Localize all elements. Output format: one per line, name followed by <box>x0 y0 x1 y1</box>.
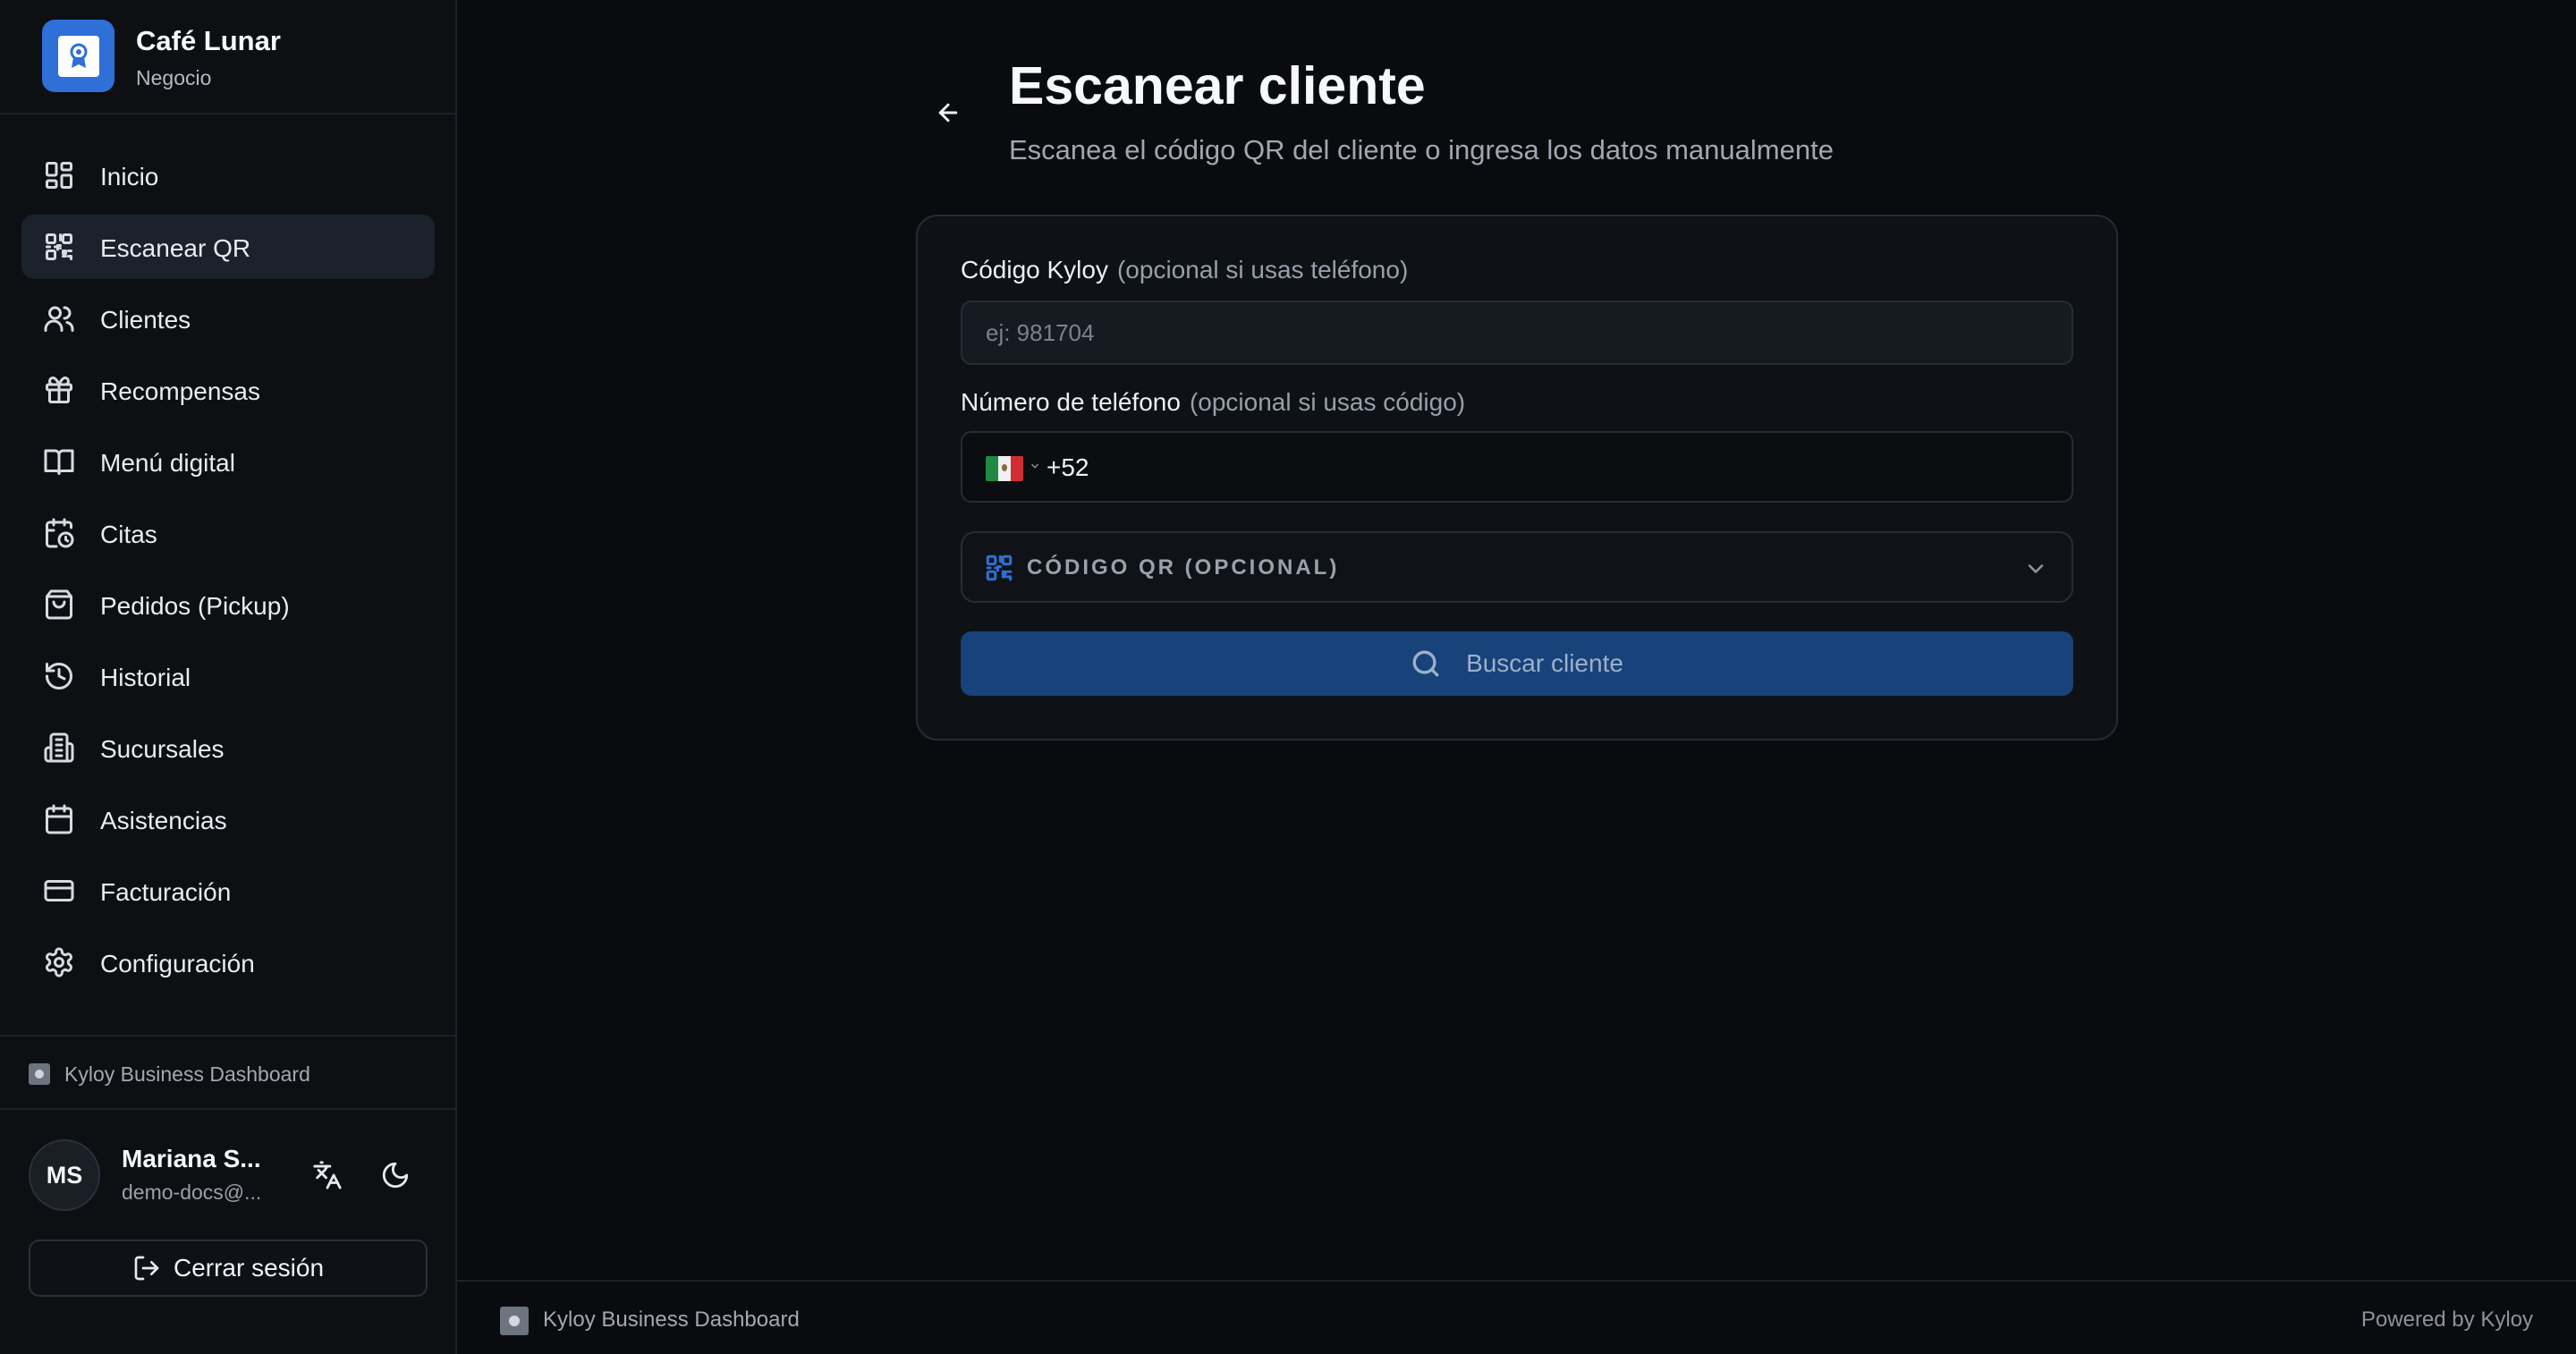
moon-icon <box>382 1162 409 1189</box>
brand-logo <box>42 20 114 92</box>
calendar-clock-icon <box>43 517 75 549</box>
sidebar-item-label: Menú digital <box>100 449 235 477</box>
sidebar-item-recompensas[interactable]: Recompensas <box>21 358 435 422</box>
sidebar-item-escanear-qr[interactable]: Escanear QR <box>21 215 435 279</box>
sidebar-item-menu-digital[interactable]: Menú digital <box>21 429 435 494</box>
sidebar-item-clientes[interactable]: Clientes <box>21 286 435 351</box>
sidebar-nav: Inicio Escanear QR Clientes Recompensas <box>21 143 435 1002</box>
book-icon <box>43 445 75 478</box>
calendar-icon <box>43 803 75 835</box>
history-icon <box>43 660 75 692</box>
kyloy-logo-icon <box>29 1063 50 1085</box>
business-type: Negocio <box>136 66 212 89</box>
sidebar: Café Lunar Negocio Inicio Escanear QR Cl… <box>0 0 457 1354</box>
search-button-label: Buscar cliente <box>1466 649 1623 677</box>
sidebar-item-label: Historial <box>100 664 191 691</box>
kyloy-code-input[interactable] <box>961 300 2073 365</box>
sidebar-footer-tag: Kyloy Business Dashboard <box>0 1035 455 1110</box>
sidebar-item-citas[interactable]: Citas <box>21 501 435 565</box>
kyloy-logo-icon <box>500 1307 529 1335</box>
sidebar-item-pedidos[interactable]: Pedidos (Pickup) <box>21 572 435 637</box>
sidebar-item-label: Configuración <box>100 950 255 977</box>
phone-label-hint: (opcional si usas código) <box>1189 388 1466 416</box>
page-subtitle: Escanea el código QR del cliente o ingre… <box>1009 134 1834 165</box>
translate-icon <box>313 1161 342 1189</box>
sidebar-footer-text: Kyloy Business Dashboard <box>64 1062 310 1086</box>
qr-code-accordion[interactable]: CÓDIGO QR (OPCIONAL) <box>961 531 2073 603</box>
code-label-text: Código Kyloy <box>961 256 1108 283</box>
sidebar-item-label: Sucursales <box>100 735 225 763</box>
search-customer-button[interactable]: Buscar cliente <box>961 631 2073 696</box>
theme-toggle-button[interactable] <box>372 1152 419 1198</box>
user-name: Mariana S... <box>122 1145 261 1172</box>
logout-label: Cerrar sesión <box>173 1254 325 1282</box>
sidebar-item-label: Asistencias <box>100 807 227 834</box>
page-footer: Kyloy Business Dashboard Powered by Kylo… <box>457 1280 2576 1354</box>
customer-lookup-card: Código Kyloy (opcional si usas teléfono) … <box>916 215 2118 740</box>
logout-icon <box>134 1256 159 1281</box>
footer-brand-text: Kyloy Business Dashboard <box>543 1307 800 1332</box>
sidebar-item-configuracion[interactable]: Configuración <box>21 930 435 994</box>
qr-code-icon <box>43 231 75 263</box>
phone-label-text: Número de teléfono <box>961 388 1181 416</box>
chevron-down-icon[interactable] <box>1029 460 1041 472</box>
phone-input[interactable]: +52 <box>961 431 2073 503</box>
dashboard-icon <box>43 159 75 191</box>
app: Café Lunar Negocio Inicio Escanear QR Cl… <box>0 0 2576 1354</box>
sidebar-item-facturacion[interactable]: Facturación <box>21 859 435 923</box>
credit-card-icon <box>43 875 75 907</box>
brand-header: Café Lunar Negocio <box>0 0 455 114</box>
sidebar-item-label: Recompensas <box>100 377 260 405</box>
page-title: Escanear cliente <box>1009 56 1426 115</box>
qr-code-icon <box>984 553 1014 583</box>
logout-button[interactable]: Cerrar sesión <box>29 1240 428 1297</box>
shopping-bag-icon <box>43 588 75 621</box>
sidebar-item-label: Pedidos (Pickup) <box>100 592 290 620</box>
gift-icon <box>43 374 75 406</box>
phone-field-label: Número de teléfono (opcional si usas códi… <box>961 388 1465 417</box>
chevron-down-icon <box>2023 556 2048 581</box>
sidebar-item-label: Facturación <box>100 878 232 906</box>
qr-accordion-label: CÓDIGO QR (OPCIONAL) <box>1027 555 1340 580</box>
avatar[interactable]: MS <box>29 1139 100 1211</box>
phone-country-code[interactable]: +52 <box>1046 453 1089 482</box>
sidebar-item-label: Escanear QR <box>100 234 251 262</box>
sidebar-item-inicio[interactable]: Inicio <box>21 143 435 207</box>
badge-icon <box>70 43 87 68</box>
gear-icon <box>43 946 75 978</box>
code-field-label: Código Kyloy (opcional si usas teléfono) <box>961 256 1408 284</box>
sidebar-item-label: Citas <box>100 520 157 548</box>
language-toggle-button[interactable] <box>304 1152 351 1198</box>
users-icon <box>43 302 75 334</box>
code-label-hint: (opcional si usas teléfono) <box>1116 256 1409 283</box>
business-name: Café Lunar <box>136 25 281 56</box>
sidebar-item-asistencias[interactable]: Asistencias <box>21 787 435 851</box>
user-email: demo-docs@... <box>122 1181 262 1204</box>
sidebar-item-sucursales[interactable]: Sucursales <box>21 715 435 780</box>
sidebar-item-historial[interactable]: Historial <box>21 644 435 708</box>
sidebar-item-label: Inicio <box>100 163 159 190</box>
footer-powered-by: Powered by Kyloy <box>2360 1307 2533 1332</box>
sidebar-item-label: Clientes <box>100 306 191 334</box>
building-icon <box>43 732 75 764</box>
mexico-flag-icon[interactable] <box>986 456 1023 481</box>
back-button[interactable] <box>930 95 966 131</box>
arrow-left-icon <box>938 103 958 123</box>
search-icon <box>1412 650 1439 677</box>
